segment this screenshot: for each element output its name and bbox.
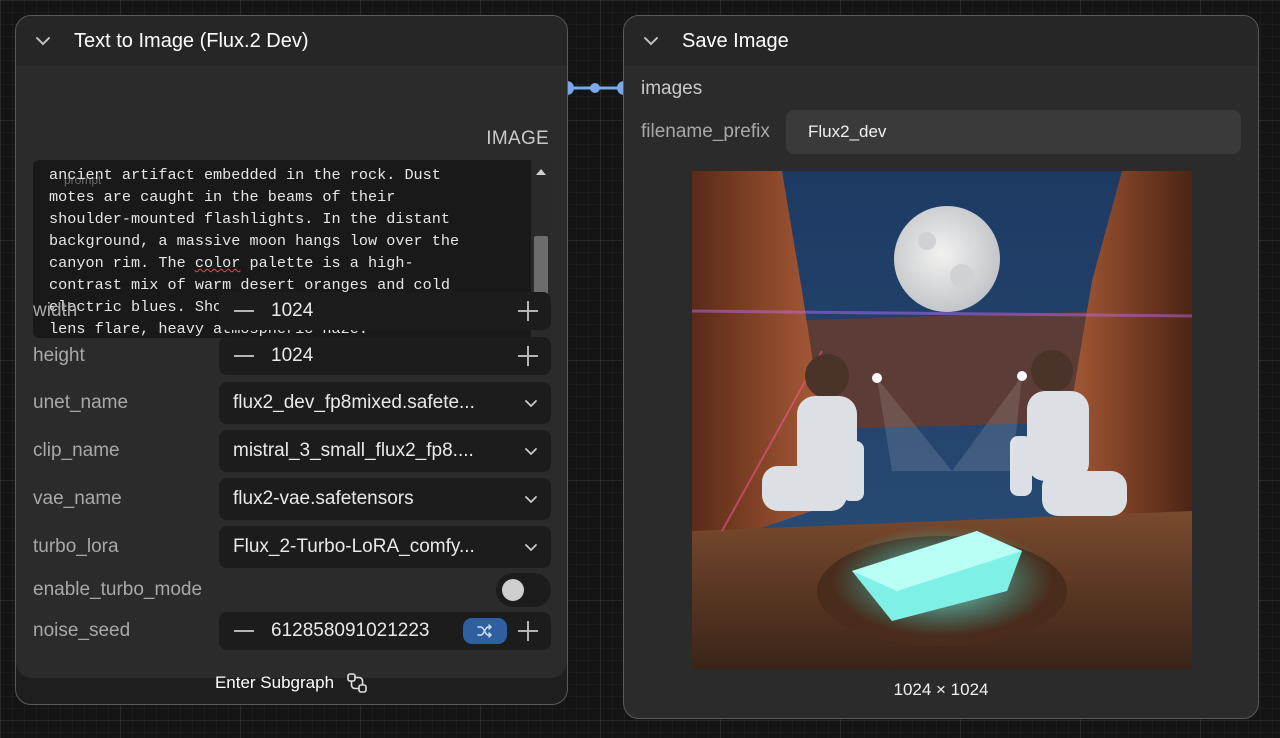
noise-seed-value[interactable]: 612858091021223 [255, 620, 463, 642]
output-slot-label[interactable]: IMAGE [486, 128, 549, 150]
shuffle-icon[interactable] [463, 618, 507, 644]
unet-name-value: flux2_dev_fp8mixed.safete... [233, 392, 475, 413]
chevron-down-icon [523, 491, 539, 507]
minus-icon[interactable] [233, 300, 255, 322]
scroll-up-arrow-icon[interactable] [536, 169, 546, 175]
height-value[interactable]: 1024 [255, 345, 517, 367]
width-value[interactable]: 1024 [255, 300, 517, 322]
enter-subgraph-button[interactable]: Enter Subgraph [16, 672, 567, 694]
save-image-node[interactable]: Save Image images filename_prefix Flux2_… [623, 15, 1259, 719]
turbo-lora-label: turbo_lora [33, 536, 119, 557]
unet-name-row: unet_name flux2_dev_fp8mixed.safete... [33, 382, 551, 424]
vae-name-label: vae_name [33, 488, 122, 509]
width-stepper[interactable]: 1024 [219, 292, 551, 330]
minus-icon[interactable] [233, 345, 255, 367]
enable-turbo-mode-label: enable_turbo_mode [33, 579, 203, 600]
width-row: width 1024 [33, 292, 551, 330]
node-title: Text to Image (Flux.2 Dev) [74, 29, 309, 52]
text-to-image-node[interactable]: Text to Image (Flux.2 Dev) IMAGE prompt … [15, 15, 568, 705]
chevron-down-icon[interactable] [642, 32, 660, 50]
chevron-down-icon[interactable] [34, 32, 52, 50]
filename-prefix-input[interactable]: Flux2_dev [786, 110, 1241, 154]
plus-icon[interactable] [517, 300, 539, 322]
clip-name-value: mistral_3_small_flux2_fp8.... [233, 440, 474, 461]
enable-turbo-mode-toggle[interactable] [496, 573, 551, 607]
unet-name-select[interactable]: flux2_dev_fp8mixed.safete... [219, 382, 551, 424]
filename-prefix-row: filename_prefix Flux2_dev [641, 110, 1241, 154]
clip-name-label: clip_name [33, 440, 120, 461]
vae-name-value: flux2-vae.safetensors [233, 488, 414, 509]
input-slot-label[interactable]: images [641, 78, 702, 100]
node-title: Save Image [682, 29, 789, 52]
vae-name-select[interactable]: flux2-vae.safetensors [219, 478, 551, 520]
height-row: height 1024 [33, 337, 551, 375]
spellcheck-word: color [194, 254, 241, 272]
height-stepper[interactable]: 1024 [219, 337, 551, 375]
noise-seed-label: noise_seed [33, 620, 131, 641]
minus-icon[interactable] [233, 620, 255, 642]
output-image[interactable] [692, 171, 1192, 669]
turbo-lora-select[interactable]: Flux_2-Turbo-LoRA_comfy... [219, 526, 551, 568]
height-label: height [33, 345, 85, 366]
node-body: IMAGE prompt ancient artifact embedded i… [16, 66, 567, 678]
node-header[interactable]: Text to Image (Flux.2 Dev) [16, 16, 567, 66]
image-size-label: 1024 × 1024 [893, 680, 989, 699]
chevron-down-icon [523, 539, 539, 555]
toggle-knob [502, 579, 524, 601]
turbo-lora-row: turbo_lora Flux_2-Turbo-LoRA_comfy... [33, 526, 551, 568]
filename-prefix-label: filename_prefix [641, 121, 770, 142]
node-header[interactable]: Save Image [624, 16, 1258, 66]
clip-name-row: clip_name mistral_3_small_flux2_fp8.... [33, 430, 551, 472]
noise-seed-row: noise_seed 612858091021223 [33, 612, 551, 650]
clip-name-select[interactable]: mistral_3_small_flux2_fp8.... [219, 430, 551, 472]
image-link [560, 81, 631, 95]
width-label: width [33, 300, 78, 321]
subgraph-icon [347, 673, 367, 693]
turbo-lora-value: Flux_2-Turbo-LoRA_comfy... [233, 536, 475, 557]
chevron-down-icon [523, 395, 539, 411]
vae-name-row: vae_name flux2-vae.safetensors [33, 478, 551, 520]
plus-icon[interactable] [517, 620, 539, 642]
plus-icon[interactable] [517, 345, 539, 367]
enter-subgraph-label: Enter Subgraph [214, 673, 335, 692]
noise-seed-stepper[interactable]: 612858091021223 [219, 612, 551, 650]
unet-name-label: unet_name [33, 392, 129, 413]
chevron-down-icon [523, 443, 539, 459]
enable-turbo-mode-row: enable_turbo_mode [33, 571, 551, 609]
